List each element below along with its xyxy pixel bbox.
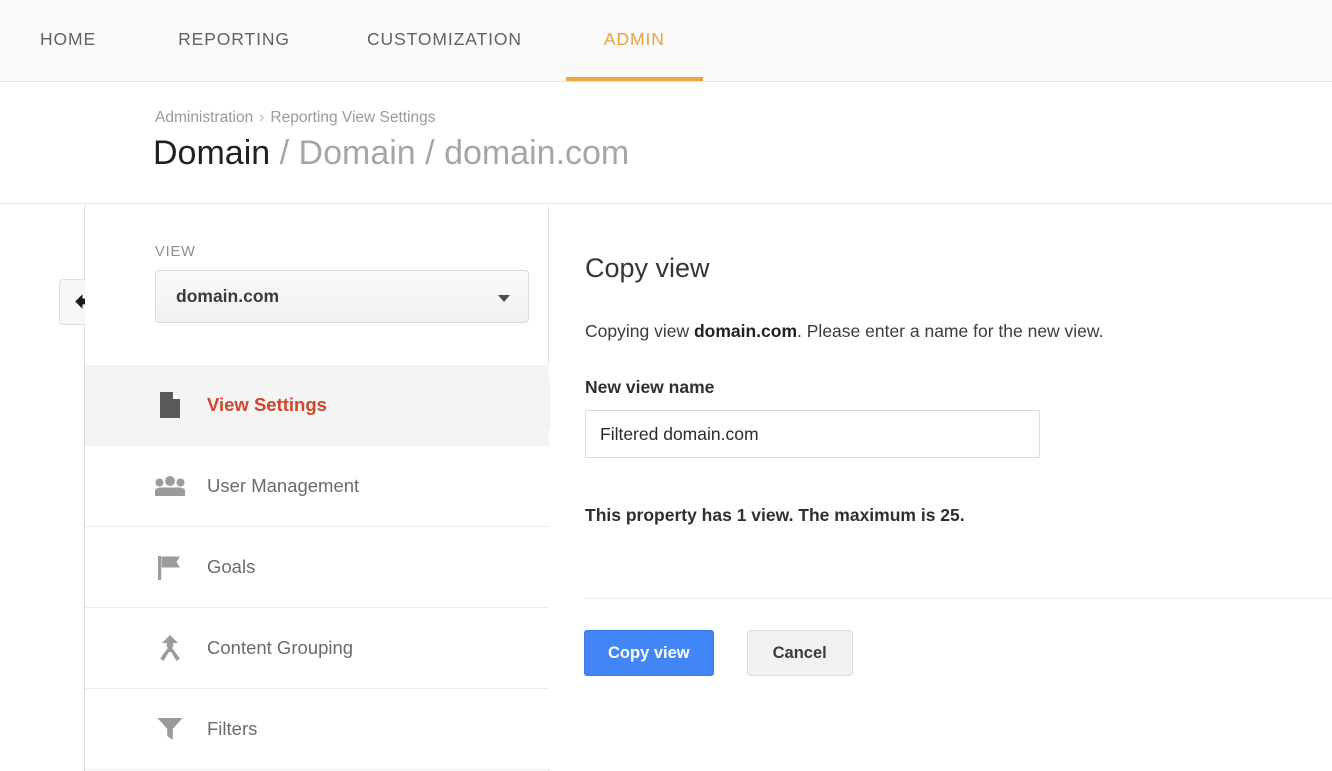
page-title: Domain / Domain / domain.com — [153, 134, 629, 173]
panel-title: Copy view — [585, 253, 710, 284]
breadcrumb-separator-icon: › — [259, 109, 264, 126]
nav-tab-home[interactable]: HOME — [40, 0, 96, 81]
main-content-panel: Copy view Copying view domain.com. Pleas… — [550, 205, 1332, 771]
new-view-name-label: New view name — [585, 377, 714, 398]
view-quota-note: This property has 1 view. The maximum is… — [585, 505, 965, 526]
sidebar-item-view-settings[interactable]: View Settings — [85, 365, 549, 446]
sidebar-item-filters-label: Filters — [207, 718, 257, 740]
panel-description: Copying view domain.com. Please enter a … — [585, 321, 1103, 342]
chevron-down-icon — [498, 295, 510, 302]
sidebar-nav-list: View Settings User Management — [85, 365, 549, 770]
document-icon — [155, 390, 185, 420]
sidebar-item-content-grouping[interactable]: Content Grouping — [85, 608, 549, 689]
sidebar-item-goals-label: Goals — [207, 556, 255, 578]
breadcrumb-root-link[interactable]: Administration — [155, 109, 253, 126]
sidebar-item-goals[interactable]: Goals — [85, 527, 549, 608]
panel-description-prefix: Copying view — [585, 321, 694, 341]
body-area: VIEW domain.com View Settings — [0, 205, 1332, 771]
panel-button-row: Copy view Cancel — [584, 630, 853, 676]
top-navigation-tabs: HOME REPORTING CUSTOMIZATION ADMIN — [0, 0, 1332, 81]
sidebar-item-user-management[interactable]: User Management — [85, 446, 549, 527]
breadcrumb: Administration › Reporting View Settings — [155, 109, 436, 127]
nav-tab-customization[interactable]: CUSTOMIZATION — [367, 0, 522, 81]
funnel-icon — [155, 714, 185, 744]
nav-tab-home-label: HOME — [40, 29, 96, 49]
nav-tab-customization-label: CUSTOMIZATION — [367, 29, 522, 49]
nav-tab-reporting[interactable]: REPORTING — [178, 0, 290, 81]
sidebar-item-user-management-label: User Management — [207, 475, 359, 497]
page-header: Administration › Reporting View Settings D… — [0, 82, 1332, 204]
flag-icon — [155, 552, 185, 582]
panel-description-suffix: . Please enter a name for the new view. — [797, 321, 1103, 341]
panel-divider — [584, 598, 1332, 599]
sidebar-item-content-grouping-label: Content Grouping — [207, 637, 353, 659]
view-section-label: VIEW — [155, 244, 196, 260]
page-title-separator-2: / — [425, 134, 434, 172]
panel-description-view-name: domain.com — [694, 321, 797, 341]
active-tab-underline — [566, 77, 703, 81]
page-title-property: Domain — [299, 134, 416, 172]
admin-sidebar: VIEW domain.com View Settings — [85, 205, 549, 771]
sidebar-item-filters[interactable]: Filters — [85, 689, 549, 770]
page-title-separator-1: / — [280, 134, 289, 172]
view-selector-dropdown[interactable]: domain.com — [155, 270, 529, 323]
cancel-button[interactable]: Cancel — [747, 630, 853, 676]
page-title-account: Domain — [153, 134, 270, 172]
sidebar-item-view-settings-label: View Settings — [207, 394, 327, 416]
page-title-view: domain.com — [444, 134, 629, 172]
people-group-icon — [155, 471, 185, 501]
copy-view-button[interactable]: Copy view — [584, 630, 714, 676]
view-selector-value: domain.com — [176, 286, 279, 307]
nav-tab-reporting-label: REPORTING — [178, 29, 290, 49]
nav-tab-admin[interactable]: ADMIN — [566, 0, 703, 81]
new-view-name-input[interactable] — [585, 410, 1040, 458]
branching-icon — [155, 633, 185, 663]
top-navigation-bar: HOME REPORTING CUSTOMIZATION ADMIN — [0, 0, 1332, 82]
nav-tab-admin-label: ADMIN — [604, 29, 665, 49]
breadcrumb-current[interactable]: Reporting View Settings — [270, 109, 435, 126]
